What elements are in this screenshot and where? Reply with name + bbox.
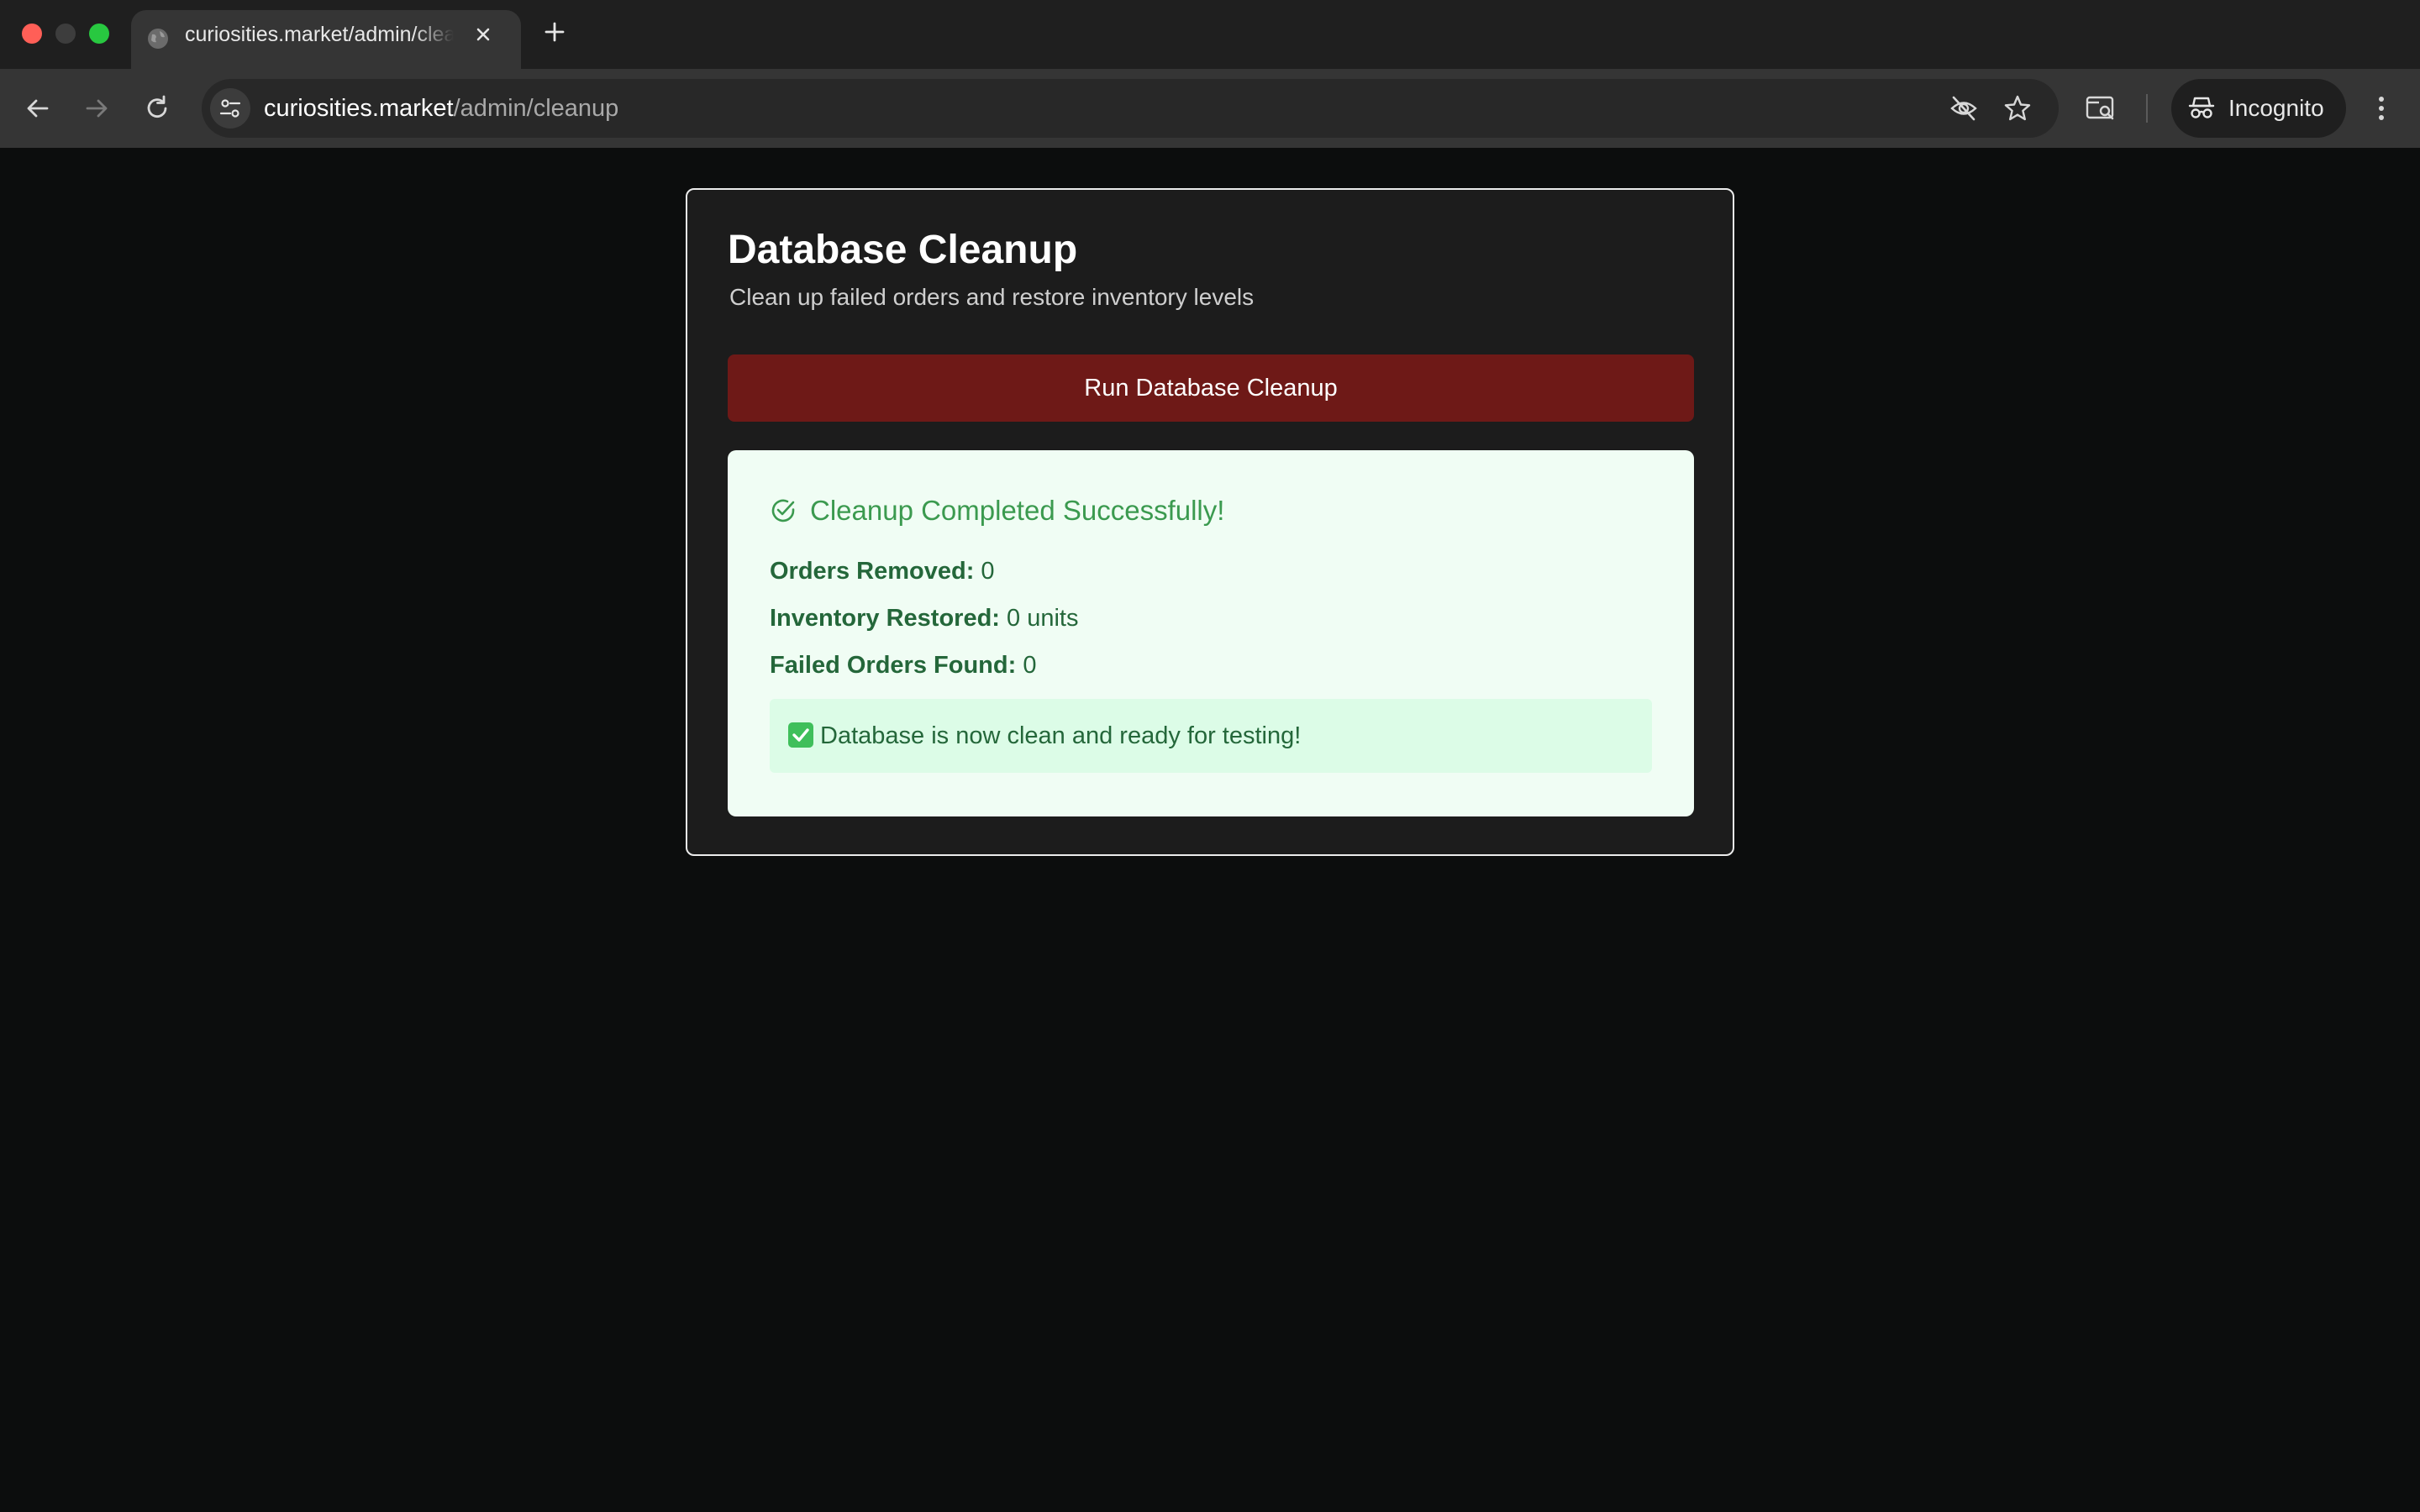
page-title: Database Cleanup [728,228,1078,272]
check-circle-icon [771,499,795,522]
stat-inventory-restored: Inventory Restored: 0 units [770,603,1078,633]
tab-strip: curiosities.market/admin/cleanup [0,0,2420,69]
page-viewport: Database Cleanup Clean up failed orders … [0,148,2420,1512]
incognito-label: Incognito [2228,95,2324,121]
back-arrow-icon[interactable] [22,92,54,124]
toolbar-divider [2146,94,2148,123]
success-panel: Cleanup Completed Successfully! Orders R… [728,450,1694,816]
site-settings-button[interactable] [210,88,250,129]
stat-value: 0 [981,558,995,585]
url-path: /admin/cleanup [453,95,619,122]
incognito-icon [2188,97,2215,118]
window-close-button[interactable] [22,24,42,44]
reload-icon[interactable] [141,92,173,124]
tab-title: curiosities.market/admin/cleanup [185,23,454,46]
stat-value: 0 units [1007,605,1079,632]
url-text: curiosities.market/admin/cleanup [264,79,618,138]
globe-icon [148,29,168,49]
window-maximize-button[interactable] [89,24,109,44]
clean-notice: Database is now clean and ready for test… [770,699,1652,773]
notice-text: Database is now clean and ready for test… [820,722,1302,749]
run-cleanup-button[interactable]: Run Database Cleanup [728,354,1694,422]
tab-search-icon[interactable] [2084,91,2118,124]
close-icon[interactable] [471,22,496,47]
site-settings-icon [219,99,241,118]
cleanup-card: Database Cleanup Clean up failed orders … [686,188,1734,856]
eye-off-icon[interactable] [1949,94,1978,123]
stat-value: 0 [1023,652,1037,679]
browser-toolbar: curiosities.market/admin/cleanup Incogni… [0,69,2420,148]
stat-failed-orders-found: Failed Orders Found: 0 [770,650,1036,680]
incognito-profile-button[interactable]: Incognito [2171,79,2346,138]
active-tab[interactable]: curiosities.market/admin/cleanup [131,10,521,69]
stat-label: Orders Removed: [770,558,975,585]
stat-orders-removed: Orders Removed: 0 [770,556,995,586]
window-minimize-button[interactable] [55,24,76,44]
success-title: Cleanup Completed Successfully! [810,495,1225,526]
page-subtitle: Clean up failed orders and restore inven… [729,284,1255,310]
forward-arrow-icon[interactable] [81,92,113,124]
stat-label: Failed Orders Found: [770,652,1017,679]
more-vert-icon[interactable] [2371,92,2391,124]
url-host: curiosities.market [264,95,454,122]
address-bar[interactable]: curiosities.market/admin/cleanup [202,79,2059,138]
star-icon[interactable] [2003,94,2032,123]
stat-label: Inventory Restored: [770,605,1000,632]
plus-icon[interactable] [541,18,568,45]
checkmark-emoji-icon [788,722,813,748]
